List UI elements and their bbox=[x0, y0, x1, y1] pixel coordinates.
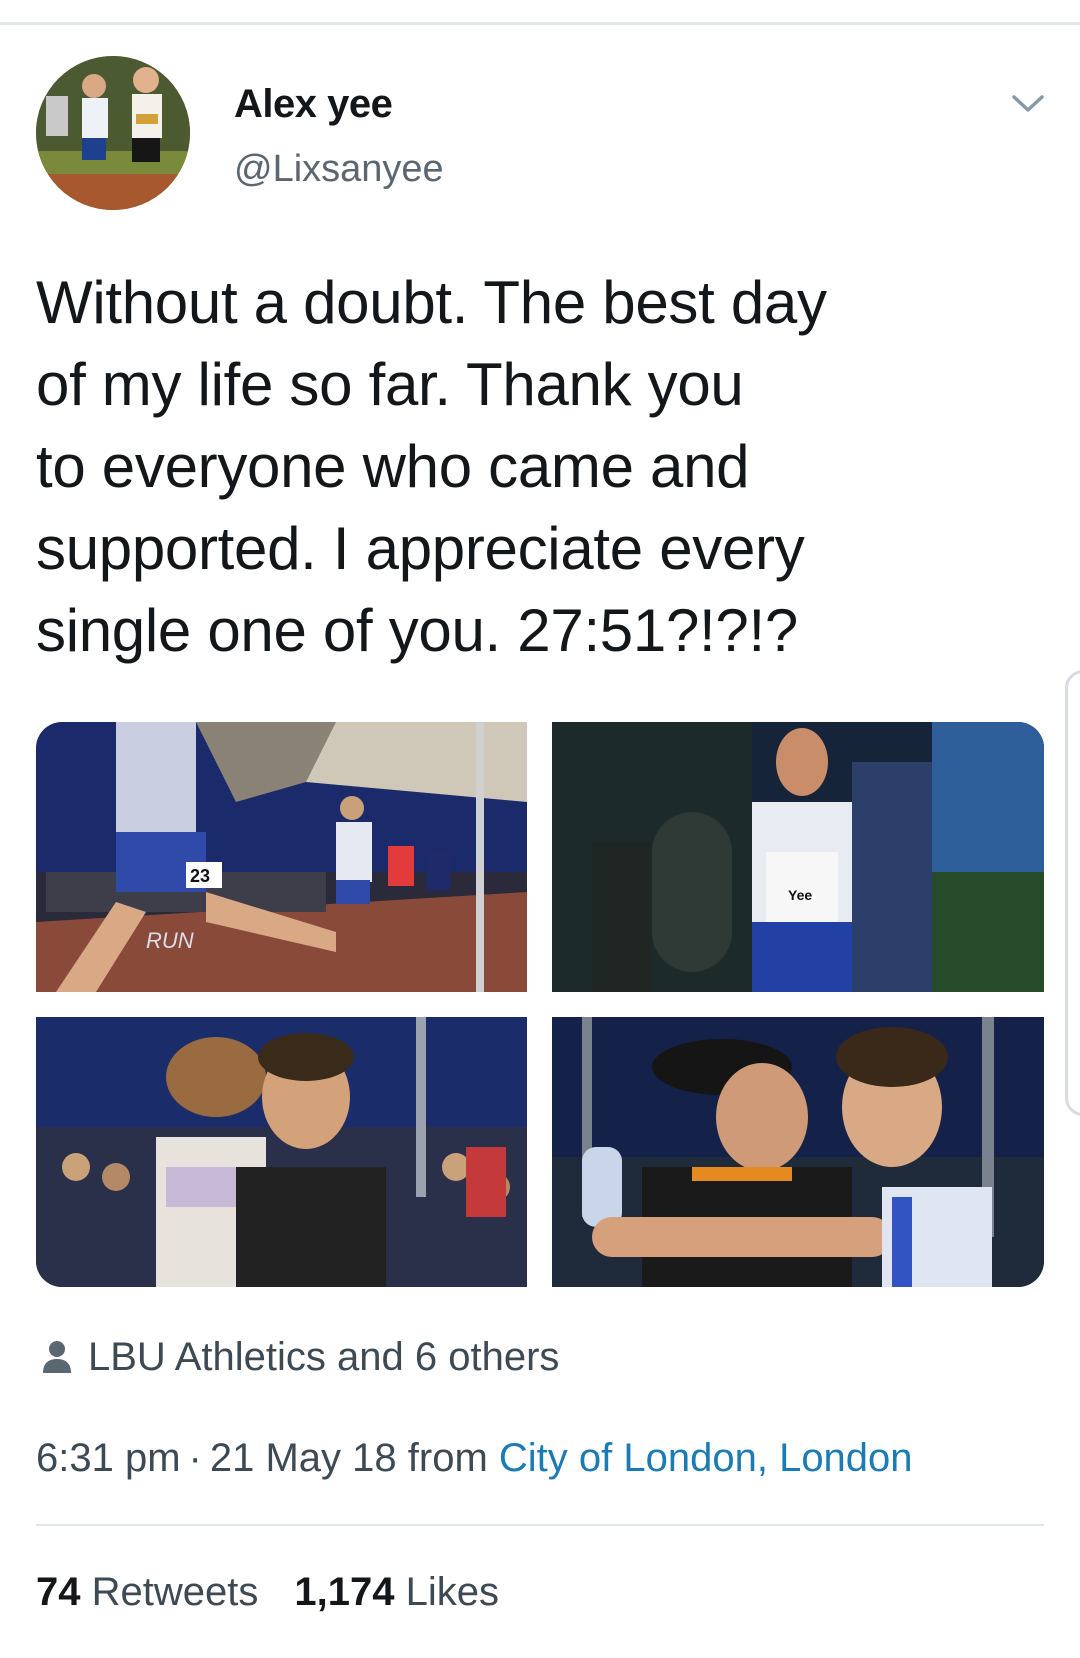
tweet-photo-3[interactable] bbox=[36, 1017, 527, 1287]
bib-number-label: 23 bbox=[190, 866, 210, 886]
likers-row[interactable]: LBU Athletics and 6 others bbox=[36, 1332, 559, 1382]
avatar-photo bbox=[36, 56, 190, 210]
tweet-text: Without a doubt. The best day of my life… bbox=[36, 269, 827, 664]
finish-line-photo: Yee bbox=[552, 722, 1044, 992]
retweets-stat[interactable]: 74 Retweets bbox=[36, 1570, 258, 1614]
location-link[interactable]: City of London, London bbox=[499, 1436, 913, 1480]
from-label: from bbox=[407, 1436, 488, 1480]
coach-hug-photo bbox=[552, 1017, 1044, 1287]
tweet-photo-2[interactable]: Yee bbox=[552, 722, 1044, 992]
likes-stat[interactable]: 1,174 Likes bbox=[294, 1570, 499, 1614]
race-tent-photo: 23 RUN bbox=[36, 722, 527, 992]
person-icon bbox=[43, 1341, 71, 1373]
tweet-date: 21 May 18 bbox=[209, 1436, 397, 1480]
tweet-photo-4[interactable] bbox=[552, 1017, 1044, 1287]
engagement-stats: 74 Retweets 1,174 Likes bbox=[36, 1570, 499, 1615]
tweet-meta: 6:31 pm · 21 May 18 from City of London, L… bbox=[36, 1436, 913, 1481]
likes-count: 1,174 bbox=[294, 1570, 395, 1614]
meta-separator: · bbox=[188, 1436, 202, 1480]
chevron-down-icon[interactable] bbox=[1008, 88, 1048, 118]
family-hug-photo bbox=[36, 1017, 527, 1287]
tweet-time: 6:31 pm bbox=[36, 1436, 181, 1480]
top-divider bbox=[0, 22, 1080, 25]
scrollbar[interactable] bbox=[1065, 670, 1080, 1116]
stats-divider bbox=[36, 1524, 1044, 1526]
likes-label: Likes bbox=[405, 1570, 499, 1614]
run-banner-label: RUN bbox=[146, 928, 194, 953]
tweet-photo-1[interactable]: 23 RUN bbox=[36, 722, 527, 992]
vest-name-label: Yee bbox=[788, 887, 812, 903]
author-display-name[interactable]: Alex yee bbox=[234, 82, 393, 127]
author-handle[interactable]: @Lixsanyee bbox=[234, 148, 444, 191]
retweets-label: Retweets bbox=[91, 1570, 259, 1614]
retweets-count: 74 bbox=[36, 1570, 81, 1614]
avatar[interactable] bbox=[36, 56, 190, 210]
likers-text[interactable]: LBU Athletics and 6 others bbox=[88, 1335, 559, 1380]
